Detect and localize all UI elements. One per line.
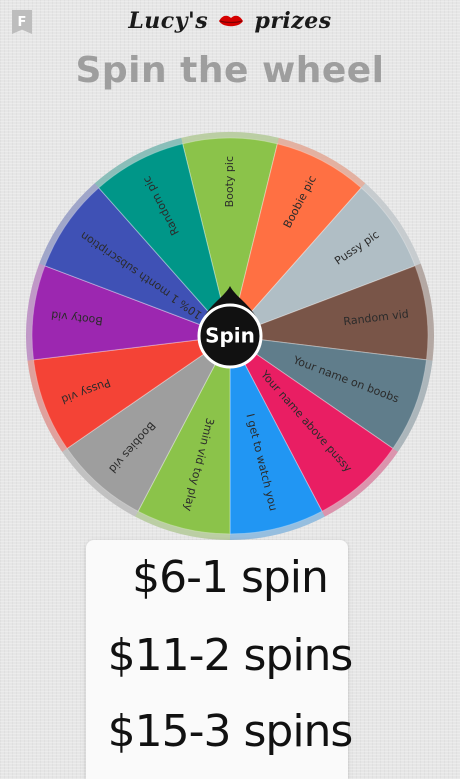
header: F Lucy's prizes: [0, 0, 460, 46]
lips-icon: [218, 9, 244, 35]
wheel-segment-label: Booty pic: [223, 156, 236, 207]
price-line-2: $11-2 spins: [107, 630, 354, 681]
logo-text-right: prizes: [254, 8, 332, 34]
spin-label: Spin: [205, 324, 255, 348]
price-line-1: $6-1 spin: [132, 552, 329, 603]
price-line-3: $15-3 spins: [107, 706, 354, 757]
page-title: Spin the wheel: [75, 50, 385, 91]
app-logo: Lucy's prizes: [0, 8, 460, 35]
logo-text-left: Lucy's: [128, 8, 209, 34]
prize-wheel[interactable]: Booty pic Boobie picPussy picRandom vidYo…: [0, 120, 460, 540]
